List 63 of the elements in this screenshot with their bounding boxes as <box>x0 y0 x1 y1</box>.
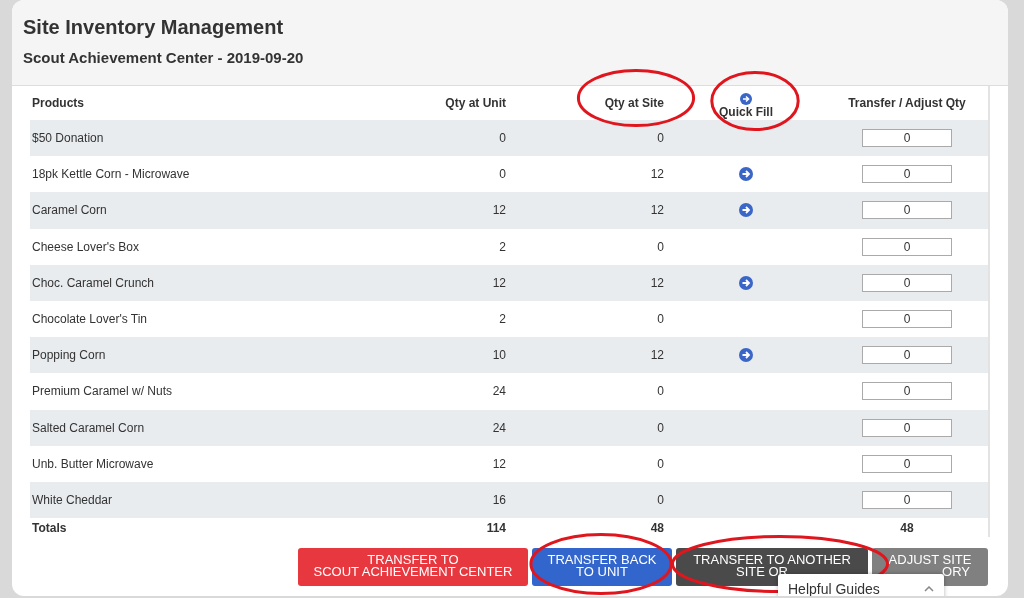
qty-at-unit: 24 <box>492 420 506 435</box>
qty-at-site: 0 <box>657 456 664 471</box>
transfer-qty-field[interactable]: 0 <box>862 201 952 220</box>
qty-at-unit: 16 <box>492 492 506 507</box>
transfer-button[interactable]: TRANSFER TO SCOUT ACHIEVEMENT CENTER <box>298 548 528 587</box>
transfer-qty-field[interactable]: 0 <box>862 454 952 473</box>
helpful-guides-dialog[interactable]: Helpful Guides <box>778 574 944 596</box>
column-header: Qty at Site <box>604 96 664 110</box>
product-name: Choc. Caramel Crunch <box>32 275 155 290</box>
qty-at-unit: 10 <box>492 348 506 363</box>
transfer-qty-field[interactable]: 0 <box>862 346 952 365</box>
product-name: Chocolate Lover's Tin <box>32 312 148 327</box>
product-name: Cheese Lover's Box <box>32 239 139 254</box>
total-qty-site: 48 <box>650 520 664 535</box>
qty-at-unit: 24 <box>492 384 506 399</box>
qty-at-site: 12 <box>650 203 664 218</box>
column-header: Qty at Unit <box>445 96 506 110</box>
qty-at-site: 0 <box>657 131 664 146</box>
qty-at-unit: 12 <box>492 456 506 471</box>
qty-at-site: 12 <box>650 167 664 182</box>
transfer-qty-field[interactable]: 0 <box>862 165 952 184</box>
product-name: Premium Caramel w/ Nuts <box>32 384 173 399</box>
qty-at-site: 0 <box>657 312 664 327</box>
qty-at-site: 12 <box>650 348 664 363</box>
total-transfer: 48 <box>900 520 914 535</box>
qty-at-unit: 12 <box>492 203 506 218</box>
product-name: White Cheddar <box>32 492 113 507</box>
transfer-qty-field[interactable]: 0 <box>862 310 952 329</box>
qty-at-site: 0 <box>657 239 664 254</box>
transfer-qty-field[interactable]: 0 <box>862 237 952 256</box>
total-qty-unit: 114 <box>486 520 506 535</box>
qty-at-site: 0 <box>657 420 664 435</box>
qty-at-unit: 2 <box>499 312 506 327</box>
column-header: Transfer / Adjust Qty <box>848 96 966 110</box>
column-header: Quick Fill <box>719 105 773 119</box>
quick-fill-icon[interactable] <box>739 348 753 363</box>
product-name: $50 Donation <box>32 131 104 146</box>
totals-label: Totals <box>32 520 67 535</box>
column-header: Products <box>32 96 84 110</box>
page-title: Site Inventory Management <box>23 16 285 39</box>
transfer-qty-field[interactable]: 0 <box>862 490 952 509</box>
qty-at-unit: 12 <box>492 275 506 290</box>
product-name: 18pk Kettle Corn - Microwave <box>32 167 190 182</box>
transfer-qty-field[interactable]: 0 <box>862 382 952 401</box>
product-name: Unb. Butter Microwave <box>32 456 154 471</box>
product-name: Salted Caramel Corn <box>32 420 145 435</box>
page-subtitle: Scout Achievement Center - 2019-09-20 <box>23 49 305 66</box>
transfer-qty-field[interactable]: 0 <box>862 418 952 437</box>
qty-at-unit: 0 <box>499 131 506 146</box>
product-name: Popping Corn <box>32 348 106 363</box>
qty-at-site: 0 <box>657 384 664 399</box>
transfer-qty-field[interactable]: 0 <box>862 129 952 148</box>
transfer-qty-field[interactable]: 0 <box>862 273 952 292</box>
quick-fill-icon[interactable] <box>739 275 753 290</box>
qty-at-unit: 0 <box>499 167 506 182</box>
qty-at-unit: 2 <box>499 239 506 254</box>
product-name: Caramel Corn <box>32 203 107 218</box>
transfer-button[interactable]: TRANSFER BACK TO UNIT <box>532 548 672 587</box>
qty-at-site: 12 <box>650 275 664 290</box>
qty-at-site: 0 <box>657 492 664 507</box>
quick-fill-icon[interactable] <box>740 93 752 105</box>
quick-fill-icon[interactable] <box>739 203 753 218</box>
quick-fill-icon[interactable] <box>739 167 753 182</box>
